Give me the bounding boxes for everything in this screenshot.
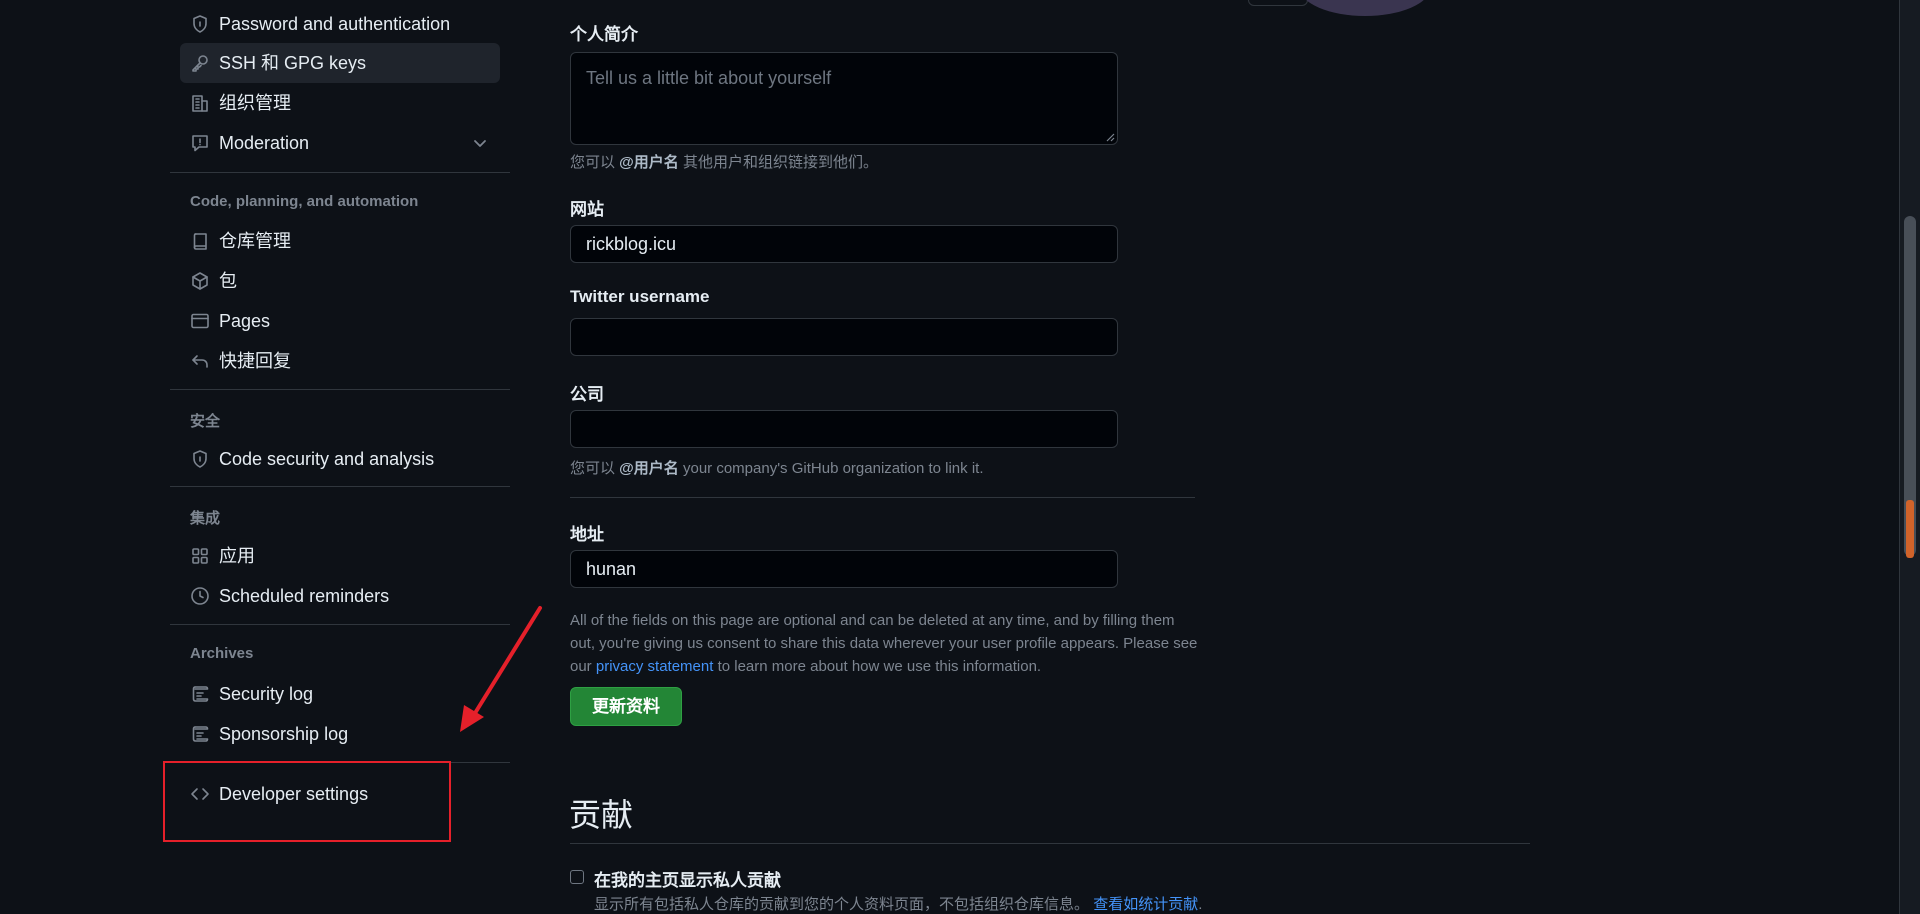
privacy-disclaimer: All of the fields on this page are optio… bbox=[570, 612, 1198, 675]
sidebar-item-label: Password and authentication bbox=[219, 14, 451, 34]
log-icon bbox=[190, 724, 210, 744]
private-contributions-label[interactable]: 在我的主页显示私人贡献 bbox=[594, 866, 781, 891]
sidebar-item-label: SSH 和 GPG keys bbox=[219, 53, 367, 73]
contribution-stats-link[interactable]: 查看如统计贡献 bbox=[1093, 896, 1198, 913]
private-contributions-desc: 显示所有包括私人仓库的贡献到您的个人资料页面，不包括组织仓库信息。 查看如统计贡… bbox=[594, 896, 1203, 913]
twitter-input[interactable] bbox=[570, 318, 1118, 356]
sidebar-item-label: 应用 bbox=[219, 546, 255, 566]
sidebar-section-heading: Archives bbox=[190, 645, 254, 662]
package-icon bbox=[190, 271, 210, 291]
sidebar-item-applications[interactable]: 应用 bbox=[180, 536, 500, 576]
sidebar-item-label: 组织管理 bbox=[219, 93, 291, 113]
avatar-fragment-image bbox=[1300, 0, 1430, 16]
sidebar-item-label: 包 bbox=[219, 271, 237, 291]
sidebar-item-ssh-gpg[interactable]: SSH 和 GPG keys bbox=[180, 43, 500, 83]
annotation-arrow bbox=[460, 606, 542, 732]
sidebar-item-label: 快捷回复 bbox=[219, 351, 291, 371]
update-profile-button[interactable]: 更新资料 bbox=[570, 687, 682, 726]
sidebar-section-heading: 安全 bbox=[190, 413, 221, 430]
sidebar-divider bbox=[170, 172, 510, 173]
location-input[interactable] bbox=[570, 550, 1118, 588]
website-label: 网站 bbox=[570, 200, 604, 219]
sidebar-section-heading: Code, planning, and automation bbox=[190, 193, 419, 210]
shield-icon bbox=[190, 449, 210, 469]
bio-hint: 您可以 @用户名 其他用户和组织链接到他们。 bbox=[570, 154, 878, 171]
chevron-down-icon[interactable] bbox=[472, 135, 488, 151]
key-icon bbox=[190, 53, 210, 73]
section-divider bbox=[570, 843, 1530, 844]
privacy-statement-link[interactable]: privacy statement bbox=[596, 658, 714, 675]
sidebar-item-code-security[interactable]: Code security and analysis bbox=[180, 439, 500, 479]
bio-label: 个人简介 bbox=[570, 25, 638, 44]
shield-lock-icon bbox=[190, 14, 210, 34]
sidebar-item-packages[interactable]: 包 bbox=[180, 261, 500, 301]
reply-icon bbox=[190, 351, 210, 371]
location-label: 地址 bbox=[570, 525, 604, 544]
company-label: 公司 bbox=[570, 385, 604, 404]
contributions-heading: 贡献 bbox=[569, 797, 634, 833]
annotation-highlight-box bbox=[163, 761, 451, 842]
sidebar-item-label: Moderation bbox=[219, 133, 310, 153]
company-hint: 您可以 @用户名 your company's GitHub organizat… bbox=[570, 460, 984, 477]
sidebar-divider bbox=[170, 389, 510, 390]
sidebar-item-label: Code security and analysis bbox=[219, 449, 435, 469]
avatar-fragment bbox=[1248, 0, 1308, 6]
repo-icon bbox=[190, 231, 210, 251]
sidebar-divider bbox=[170, 486, 510, 487]
sidebar-item-org[interactable]: 组织管理 bbox=[180, 83, 500, 123]
sidebar-section-heading: 集成 bbox=[190, 510, 221, 527]
company-input[interactable] bbox=[570, 410, 1118, 448]
clock-icon bbox=[190, 586, 210, 606]
website-input[interactable] bbox=[570, 225, 1118, 263]
sidebar-item-label: Scheduled reminders bbox=[219, 586, 390, 606]
sidebar-item-saved-replies[interactable]: 快捷回复 bbox=[180, 341, 500, 381]
private-contributions-checkbox[interactable] bbox=[570, 870, 584, 884]
sidebar-item-password[interactable]: Password and authentication bbox=[180, 4, 500, 44]
twitter-label: Twitter username bbox=[570, 287, 710, 306]
report-icon bbox=[190, 133, 210, 153]
page-scrollbar[interactable] bbox=[1899, 0, 1920, 914]
sidebar-item-label: 仓库管理 bbox=[219, 231, 291, 251]
log-icon bbox=[190, 684, 210, 704]
form-divider bbox=[570, 497, 1195, 498]
sidebar-item-label: Pages bbox=[219, 311, 271, 331]
organization-icon bbox=[190, 93, 210, 113]
sidebar-item-label: Sponsorship log bbox=[219, 724, 349, 744]
scroll-position-marker bbox=[1906, 500, 1914, 558]
apps-icon bbox=[190, 546, 210, 566]
browser-icon bbox=[190, 311, 210, 331]
bio-textarea[interactable] bbox=[570, 52, 1118, 145]
sidebar-item-label: Security log bbox=[219, 684, 314, 704]
sidebar-item-pages[interactable]: Pages bbox=[180, 301, 500, 341]
sidebar-item-repositories[interactable]: 仓库管理 bbox=[180, 221, 500, 261]
sidebar-item-moderation[interactable]: Moderation bbox=[180, 123, 500, 163]
resize-grip-icon[interactable] bbox=[1105, 132, 1115, 142]
